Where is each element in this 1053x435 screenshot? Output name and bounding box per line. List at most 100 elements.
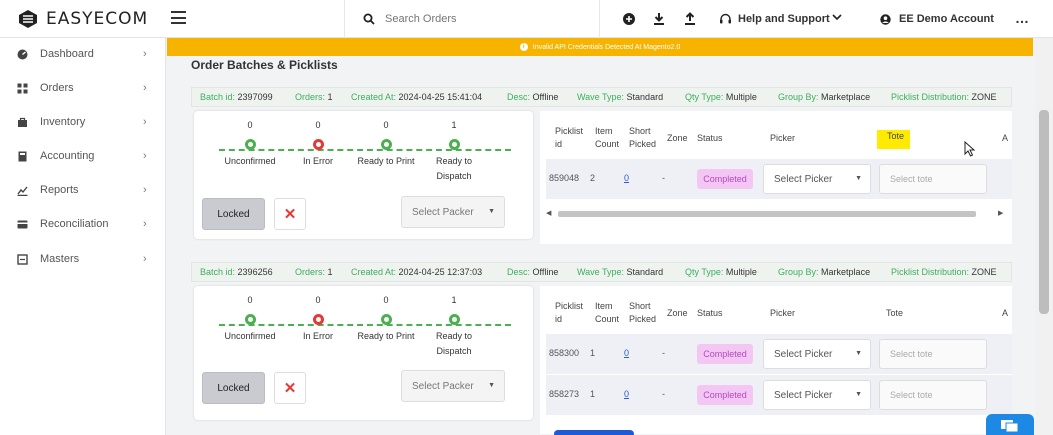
batch-wave-type: Wave Type: Standard bbox=[577, 92, 663, 102]
sidebar-item-accounting[interactable]: Accounting › bbox=[0, 144, 166, 168]
dashboard-icon bbox=[17, 49, 28, 59]
status-label: Unconfirmed bbox=[224, 331, 276, 341]
more-options-icon[interactable]: … bbox=[1015, 10, 1030, 26]
select-packer-dropdown[interactable]: Select Packer ▼ bbox=[401, 370, 505, 402]
scroll-left-icon[interactable]: ◀ bbox=[546, 209, 551, 217]
chevron-right-icon[interactable]: › bbox=[143, 48, 147, 60]
zone-value: - bbox=[662, 173, 665, 183]
field-label: Group By: bbox=[778, 92, 819, 102]
table-scrollbar-thumb[interactable] bbox=[558, 211, 976, 217]
sidebar-item-inventory[interactable]: Inventory › bbox=[0, 110, 166, 134]
column-header-status[interactable]: Status bbox=[697, 307, 723, 320]
column-header-tote[interactable]: Tote bbox=[877, 130, 911, 149]
info-icon: i bbox=[519, 43, 528, 51]
account-menu[interactable]: EE Demo Account bbox=[880, 13, 994, 25]
chevron-right-icon[interactable]: › bbox=[143, 184, 147, 196]
batch-card: Batch id: 2397099 Orders: 1 Created At: 20… bbox=[191, 87, 1012, 244]
search-icon[interactable] bbox=[363, 13, 375, 25]
batch-orders: Orders: 1 bbox=[295, 92, 333, 102]
column-header-next[interactable]: A bbox=[1002, 132, 1008, 145]
column-header-short-picked[interactable]: Short Picked bbox=[629, 300, 656, 326]
download-icon[interactable] bbox=[652, 12, 666, 26]
batch-qty-type: Qty Type: Multiple bbox=[685, 92, 757, 102]
alert-banner: i Invalid API Credentials Detected At Ma… bbox=[167, 38, 1033, 56]
column-header-zone[interactable]: Zone bbox=[667, 307, 688, 320]
sidebar-item-reports[interactable]: Reports › bbox=[0, 178, 166, 202]
sidebar-item-orders[interactable]: Orders › bbox=[0, 76, 166, 100]
column-header-item-count[interactable]: Item Count bbox=[595, 125, 619, 151]
chat-widget-button[interactable] bbox=[986, 414, 1034, 435]
close-icon[interactable]: ✕ bbox=[274, 198, 306, 230]
status-count: 1 bbox=[451, 120, 457, 130]
column-header-status[interactable]: Status bbox=[697, 132, 723, 145]
status-step-unconfirmed[interactable]: 0 Unconfirmed bbox=[215, 120, 285, 169]
chevron-right-icon[interactable]: › bbox=[143, 253, 147, 265]
column-header-line: id bbox=[555, 314, 563, 324]
field-label: Created At: bbox=[351, 267, 397, 277]
select-tote-label: Select tote bbox=[890, 390, 933, 400]
status-step-ready-to-dispatch[interactable]: 1 Ready to Dispatch bbox=[419, 295, 489, 359]
select-packer-dropdown[interactable]: Select Packer ▼ bbox=[401, 196, 505, 228]
bottom-action-button[interactable] bbox=[554, 430, 634, 435]
picklist-table: Picklist id Item Count Short Picked Zone Status… bbox=[540, 286, 1012, 434]
sidebar-item-masters[interactable]: Masters › bbox=[0, 247, 166, 271]
scroll-right-icon[interactable]: ▶ bbox=[998, 209, 1003, 217]
locked-button[interactable]: Locked bbox=[202, 372, 265, 404]
add-icon[interactable] bbox=[622, 12, 636, 26]
status-step-ready-to-print[interactable]: 0 Ready to Print bbox=[351, 120, 421, 169]
short-picked-link[interactable]: 0 bbox=[624, 348, 629, 358]
column-header-item-count[interactable]: Item Count bbox=[595, 300, 619, 326]
chevron-right-icon[interactable]: › bbox=[143, 218, 147, 230]
column-header-picklist-id[interactable]: Picklist id bbox=[555, 125, 583, 151]
page-scrollbar[interactable] bbox=[1035, 38, 1053, 435]
select-picker-dropdown[interactable]: Select Picker ▼ bbox=[763, 380, 871, 410]
sidebar-item-dashboard[interactable]: Dashboard › bbox=[0, 42, 166, 66]
page-scrollbar-thumb[interactable] bbox=[1039, 110, 1049, 314]
column-header-line: Short bbox=[629, 301, 651, 311]
close-icon[interactable]: ✕ bbox=[274, 372, 306, 404]
status-step-ready-to-dispatch[interactable]: 1 Ready to Dispatch bbox=[419, 120, 489, 184]
column-header-picker[interactable]: Picker bbox=[770, 307, 795, 320]
short-picked-link[interactable]: 0 bbox=[624, 389, 629, 399]
select-tote-input[interactable]: Select tote bbox=[879, 339, 987, 369]
search-bar bbox=[344, 0, 600, 38]
menu-toggle-icon[interactable] bbox=[171, 11, 186, 24]
upload-icon[interactable] bbox=[683, 12, 697, 26]
sidebar-item-reconciliation[interactable]: Reconciliation › bbox=[0, 212, 166, 236]
status-badge: Completed bbox=[697, 344, 753, 364]
table-horizontal-scrollbar[interactable]: ◀ ▶ bbox=[546, 209, 1012, 219]
chevron-right-icon[interactable]: › bbox=[143, 116, 147, 128]
column-header-tote[interactable]: Tote bbox=[886, 307, 903, 320]
locked-button[interactable]: Locked bbox=[202, 198, 265, 230]
column-header-picklist-id[interactable]: Picklist id bbox=[555, 300, 583, 326]
select-picker-dropdown[interactable]: Select Picker ▼ bbox=[763, 339, 871, 369]
column-header-short-picked[interactable]: Short Picked bbox=[629, 125, 656, 151]
field-label: Qty Type: bbox=[685, 267, 724, 277]
chat-icon bbox=[1001, 420, 1019, 433]
status-step-ready-to-print[interactable]: 0 Ready to Print bbox=[351, 295, 421, 344]
chevron-right-icon[interactable]: › bbox=[143, 150, 147, 162]
status-step-unconfirmed[interactable]: 0 Unconfirmed bbox=[215, 295, 285, 344]
status-count: 1 bbox=[451, 295, 457, 305]
help-and-support-link[interactable]: Help and Support bbox=[719, 13, 830, 25]
field-label: Wave Type: bbox=[577, 267, 625, 277]
select-tote-input[interactable]: Select tote bbox=[879, 164, 987, 194]
select-tote-input[interactable]: Select tote bbox=[879, 380, 987, 410]
user-icon bbox=[880, 13, 891, 25]
brand-name: EASYECOM bbox=[46, 9, 149, 29]
short-picked-link[interactable]: 0 bbox=[624, 173, 629, 183]
field-value: 2397099 bbox=[237, 92, 273, 102]
column-header-next[interactable]: A bbox=[1002, 307, 1008, 320]
chevron-right-icon[interactable]: › bbox=[143, 82, 147, 94]
chevron-down-icon[interactable] bbox=[832, 13, 842, 21]
status-step-in-error[interactable]: 0 In Error bbox=[283, 295, 353, 344]
column-header-picker[interactable]: Picker bbox=[770, 132, 795, 145]
column-header-line: Count bbox=[595, 314, 620, 324]
select-picker-dropdown[interactable]: Select Picker ▼ bbox=[763, 164, 871, 194]
column-header-zone[interactable]: Zone bbox=[667, 132, 688, 145]
status-step-in-error[interactable]: 0 In Error bbox=[283, 120, 353, 169]
search-input[interactable] bbox=[385, 13, 565, 25]
brand-logo[interactable]: EASYECOM bbox=[18, 9, 148, 29]
field-value: 2396256 bbox=[237, 267, 273, 277]
status-label: In Error bbox=[302, 156, 333, 166]
